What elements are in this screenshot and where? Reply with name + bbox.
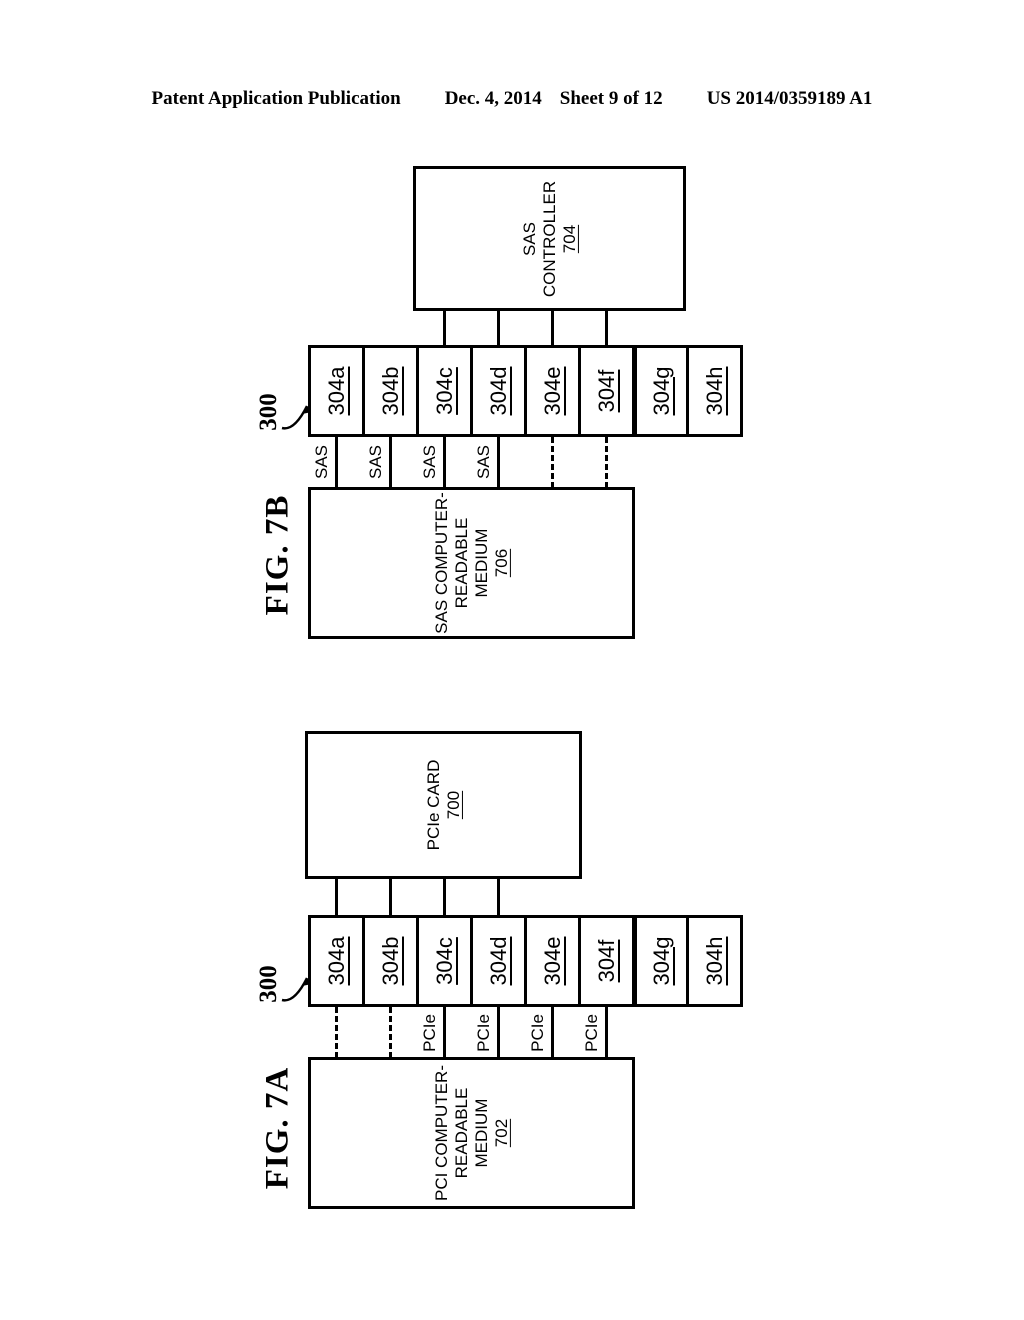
port-304h[interactable]: 304h [686, 345, 743, 437]
port-304e[interactable]: 304e [524, 915, 581, 1007]
sas-controller-box: SAS CONTROLLER 704 [413, 166, 686, 311]
link-controller-port-304d [605, 311, 608, 348]
sas-controller-label: SAS CONTROLLER 704 [519, 180, 579, 297]
link-label-304d: SAS [474, 444, 493, 480]
port-304e[interactable]: 304e [524, 345, 581, 437]
link-label-304f: PCIe [582, 1014, 601, 1052]
link-card-port-304d [497, 879, 500, 916]
link-controller-port-304c [551, 311, 554, 348]
sas-medium-label: SAS COMPUTER- READABLE MEDIUM 706 [431, 492, 511, 634]
port-304h[interactable]: 304h [686, 915, 743, 1007]
port-304f[interactable]: 304f [578, 915, 635, 1007]
link-port-304d-medium [497, 437, 500, 488]
port-304d[interactable]: 304d [470, 345, 527, 437]
link-card-port-304c [443, 879, 446, 916]
link-label-304e: PCIe [528, 1014, 547, 1052]
link-port-304e-medium-dashed [551, 437, 554, 488]
link-controller-port-304a [443, 311, 446, 348]
port-304c[interactable]: 304c [416, 345, 473, 437]
link-port-304c-medium [443, 437, 446, 488]
patent-drawing-page: Patent Application Publication Dec. 4, 20… [0, 0, 1024, 1320]
link-controller-port-304b [497, 311, 500, 348]
link-card-port-304a [335, 879, 338, 916]
port-304g[interactable]: 304g [632, 345, 689, 437]
pci-computer-readable-medium-box: PCI COMPUTER- READABLE MEDIUM 702 [308, 1057, 635, 1209]
link-label-304a: SAS [312, 444, 331, 480]
link-card-port-304b [389, 879, 392, 916]
link-port-304b-medium [389, 437, 392, 488]
port-304g[interactable]: 304g [632, 915, 689, 1007]
link-port-304f-medium-dashed [605, 437, 608, 488]
port-304f[interactable]: 304f [578, 345, 635, 437]
pcie-card-box: PCIe CARD 700 [305, 731, 582, 879]
header-publication: Patent Application Publication [151, 88, 401, 109]
page-header: Patent Application Publication Dec. 4, 20… [0, 88, 1024, 110]
link-port-304a-medium [335, 437, 338, 488]
link-label-304c: PCIe [420, 1014, 439, 1052]
link-port-304c-medium [443, 1007, 446, 1058]
port-304d[interactable]: 304d [470, 915, 527, 1007]
link-port-304f-medium [605, 1007, 608, 1058]
header-patent-number: US 2014/0359189 A1 [706, 88, 873, 109]
link-port-304b-medium-dashed [389, 1007, 392, 1058]
port-304a[interactable]: 304a [308, 915, 365, 1007]
figure-7b-caption: FIG. 7B [259, 494, 296, 616]
header-date: Dec. 4, 2014 [444, 88, 542, 109]
port-304a[interactable]: 304a [308, 345, 365, 437]
sas-computer-readable-medium-box: SAS COMPUTER- READABLE MEDIUM 706 [308, 487, 635, 639]
link-label-304d: PCIe [474, 1014, 493, 1052]
port-304b[interactable]: 304b [362, 915, 419, 1007]
link-port-304a-medium-dashed [335, 1007, 338, 1058]
pci-medium-label: PCI COMPUTER- READABLE MEDIUM 702 [431, 1065, 511, 1201]
pcie-card-label: PCIe CARD 700 [423, 759, 463, 851]
link-label-304c: SAS [420, 444, 439, 480]
link-port-304e-medium [551, 1007, 554, 1058]
figure-7a-caption: FIG. 7A [259, 1066, 296, 1190]
header-sheet: Sheet 9 of 12 [559, 88, 663, 109]
port-304b[interactable]: 304b [362, 345, 419, 437]
link-label-304b: SAS [366, 444, 385, 480]
port-304c[interactable]: 304c [416, 915, 473, 1007]
link-port-304d-medium [497, 1007, 500, 1058]
